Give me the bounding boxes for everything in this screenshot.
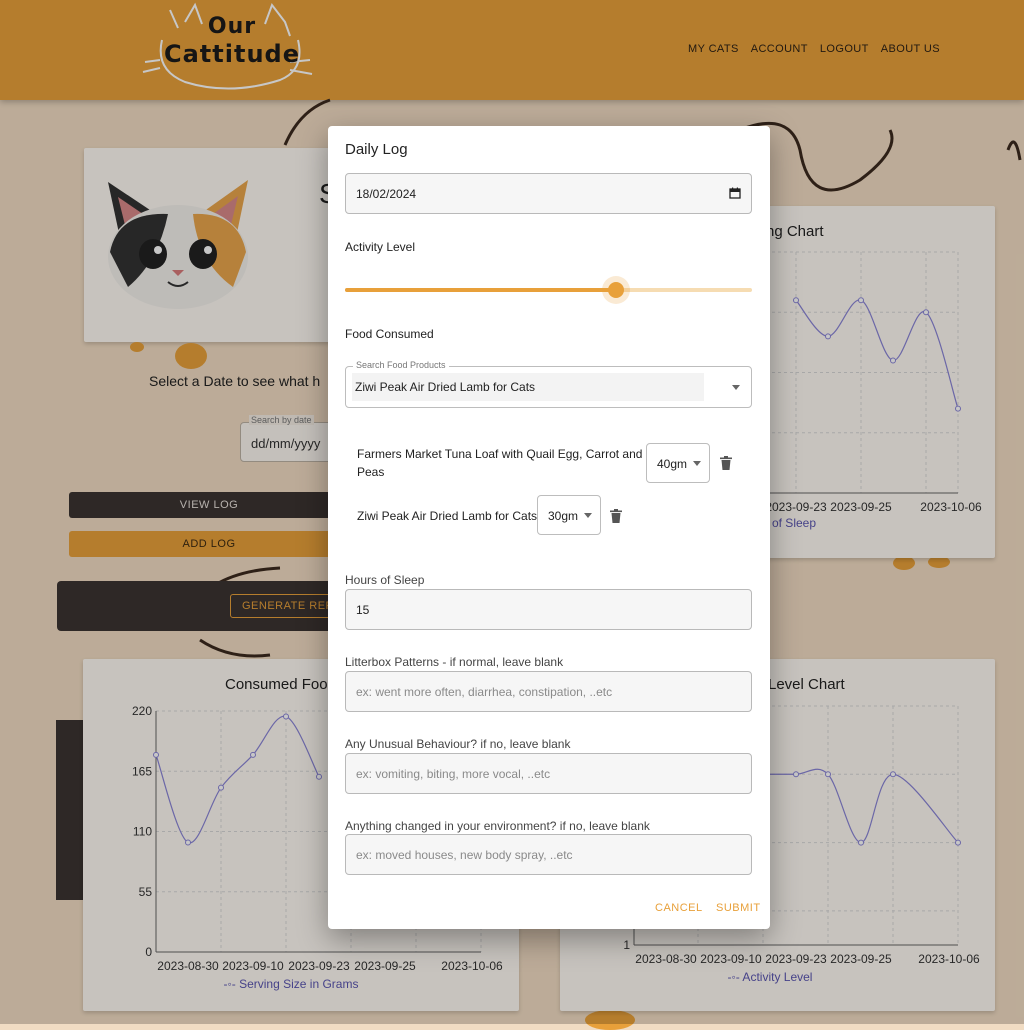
behaviour-label: Any Unusual Behaviour? if no, leave blan… [345, 737, 571, 751]
food-item-name: Ziwi Peak Air Dried Lamb for Cats [357, 509, 538, 523]
environment-label: Anything changed in your environment? if… [345, 819, 650, 833]
food-item-qty-value: 40gm [657, 457, 688, 471]
litterbox-label: Litterbox Patterns - if normal, leave bl… [345, 655, 564, 669]
activity-level-label: Activity Level [345, 240, 416, 254]
litterbox-input[interactable]: ex: went more often, diarrhea, constipat… [345, 671, 752, 712]
daily-log-dialog: Daily Log 18/02/2024 Activity Level Food… [328, 126, 770, 929]
hours-of-sleep-label: Hours of Sleep [345, 573, 425, 587]
submit-button[interactable]: SUBMIT [716, 902, 761, 914]
delete-food-item-icon[interactable] [610, 509, 622, 523]
behaviour-input[interactable]: ex: vomiting, biting, more vocal, ..etc [345, 753, 752, 794]
calendar-icon[interactable] [729, 187, 741, 199]
environment-input[interactable]: ex: moved houses, new body spray, ..etc [345, 834, 752, 875]
activity-slider-fill [345, 288, 616, 292]
log-date-input[interactable]: 18/02/2024 [345, 173, 752, 214]
food-item-name: Farmers Market Tuna Loaf with Quail Egg,… [357, 447, 643, 479]
chevron-down-icon [693, 461, 701, 466]
litterbox-placeholder: ex: went more often, diarrhea, constipat… [356, 685, 613, 699]
hours-of-sleep-input[interactable]: 15 [345, 589, 752, 630]
chevron-down-icon [584, 513, 592, 518]
activity-level-slider[interactable] [345, 282, 752, 298]
behaviour-placeholder: ex: vomiting, biting, more vocal, ..etc [356, 767, 551, 781]
cancel-button[interactable]: CANCEL [655, 902, 703, 914]
log-date-value: 18/02/2024 [356, 187, 417, 201]
activity-slider-thumb[interactable] [607, 282, 624, 298]
food-consumed-label: Food Consumed [345, 327, 434, 341]
food-item-qty-value: 30gm [548, 509, 579, 523]
food-item-qty-select[interactable]: 30gm [537, 495, 601, 535]
environment-placeholder: ex: moved houses, new body spray, ..etc [356, 848, 573, 862]
food-search-label: Search Food Products [353, 360, 449, 370]
chevron-down-icon[interactable] [732, 385, 740, 390]
hours-of-sleep-value: 15 [356, 603, 370, 617]
food-item-qty-select[interactable]: 40gm [646, 443, 710, 483]
food-search-select[interactable]: Search Food Products Ziwi Peak Air Dried… [345, 360, 752, 408]
delete-food-item-icon[interactable] [720, 456, 732, 470]
dialog-title: Daily Log [345, 141, 408, 158]
food-search-value: Ziwi Peak Air Dried Lamb for Cats [355, 380, 536, 394]
